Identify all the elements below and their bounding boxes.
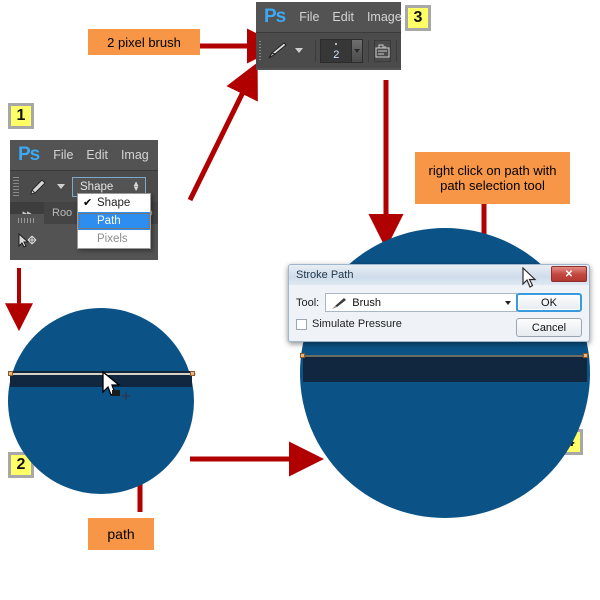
- cancel-button[interactable]: Cancel: [516, 318, 582, 337]
- stroke-path-dialog: Stroke Path ✕ Tool: Brush Simulate Press…: [288, 264, 590, 342]
- left-path-anchor-end[interactable]: [190, 371, 195, 376]
- shape-mode-dropdown[interactable]: ✔ Shape Path Pixels: [77, 193, 151, 249]
- ok-button[interactable]: OK: [516, 293, 582, 312]
- brush-size-value: 2: [333, 48, 340, 61]
- options-bar-grip-2[interactable]: [259, 40, 261, 61]
- menu-edit-2[interactable]: Edit: [332, 10, 354, 24]
- dialog-title-bar[interactable]: Stroke Path ✕: [289, 265, 589, 285]
- dialog-body: Tool: Brush Simulate Pressure OK Cancel: [289, 285, 589, 341]
- brush-size-input[interactable]: 2: [320, 38, 353, 63]
- callout-right-click-on-path: right click on path with path selection …: [415, 152, 570, 204]
- close-icon[interactable]: ✕: [551, 266, 587, 282]
- pen-tool-icon[interactable]: [24, 175, 50, 199]
- dialog-title: Stroke Path: [296, 269, 354, 281]
- brush-tool-icon[interactable]: [266, 39, 288, 63]
- brush-tool-chevron-down-icon[interactable]: [295, 48, 303, 53]
- right-path-anchor-start[interactable]: [300, 353, 305, 358]
- combo-spinner-icon: ▲ ▼: [132, 178, 140, 193]
- brush-icon: [332, 297, 347, 309]
- tool-select-value: Brush: [352, 296, 381, 309]
- ps-logo-icon-2: Ps: [264, 6, 286, 27]
- brush-preview-dot-icon: [335, 42, 338, 45]
- ps-tool-column: [10, 214, 44, 260]
- menu-image[interactable]: Imag: [121, 148, 149, 162]
- dropdown-option-pixels[interactable]: Pixels: [78, 230, 150, 248]
- path-selection-cursor-icon: [102, 370, 130, 400]
- brush-panel-toggle-icon[interactable]: [373, 39, 391, 62]
- dropdown-option-shape[interactable]: ✔ Shape: [78, 194, 150, 212]
- dropdown-option-pixels-label: Pixels: [97, 233, 128, 245]
- step-badge-1: 1: [8, 103, 34, 129]
- right-path-band: [303, 356, 587, 382]
- menu-image-2[interactable]: Image: [367, 10, 402, 24]
- ps-options-bar-3: 2: [256, 32, 401, 68]
- ps-logo-icon: Ps: [18, 144, 40, 165]
- callout-line-2: path selection tool: [440, 178, 545, 193]
- dropdown-option-path[interactable]: Path: [78, 212, 150, 230]
- tool-label: Tool:: [296, 296, 320, 309]
- callout-line-1: right click on path with: [428, 163, 557, 178]
- callout-path: path: [88, 518, 154, 550]
- brush-size-dropdown-button[interactable]: [352, 38, 364, 63]
- dropdown-option-path-label: Path: [97, 215, 121, 227]
- ps-menu-bar-1: Ps File Edit Imag: [10, 140, 158, 170]
- chevron-down-icon[interactable]: [505, 301, 512, 305]
- dropdown-option-shape-label: Shape: [97, 197, 131, 209]
- callout-2-pixel-brush: 2 pixel brush: [88, 29, 200, 55]
- arrow-cursor-icon-2: [522, 267, 537, 288]
- step-badge-3: 3: [405, 5, 431, 31]
- tutorial-canvas: 1 2 3 4 2 pixel brush right click on pat…: [0, 0, 600, 600]
- menu-file[interactable]: File: [53, 148, 73, 162]
- simulate-pressure-checkbox[interactable]: [296, 318, 307, 330]
- ps-menu-bar-3: Ps File Edit Image: [256, 2, 402, 32]
- arrow-circle-to-brush: [187, 62, 258, 202]
- right-path-line[interactable]: [300, 355, 588, 357]
- photoshop-shape-panel: Ps File Edit Imag Shape ▲ ▼ ▸▸ Roo ✔ Sha…: [10, 140, 158, 260]
- simulate-pressure-label: Simulate Pressure: [312, 318, 402, 330]
- menu-file-2[interactable]: File: [299, 10, 319, 24]
- pen-tool-chevron-down-icon[interactable]: [57, 184, 65, 189]
- right-path-anchor-end[interactable]: [583, 353, 588, 358]
- tool-column-grip[interactable]: [18, 218, 36, 223]
- menu-edit[interactable]: Edit: [86, 148, 108, 162]
- tool-select[interactable]: Brush: [325, 293, 518, 312]
- shape-mode-value: Shape: [80, 180, 114, 193]
- move-tool-icon[interactable]: [10, 227, 44, 255]
- options-bar-grip[interactable]: [13, 176, 19, 197]
- checkmark-icon: ✔: [83, 197, 93, 209]
- photoshop-brush-panel: Ps File Edit Image 2: [256, 2, 402, 70]
- document-tab-name-left[interactable]: Roo: [52, 207, 72, 219]
- left-path-anchor-start[interactable]: [8, 371, 13, 376]
